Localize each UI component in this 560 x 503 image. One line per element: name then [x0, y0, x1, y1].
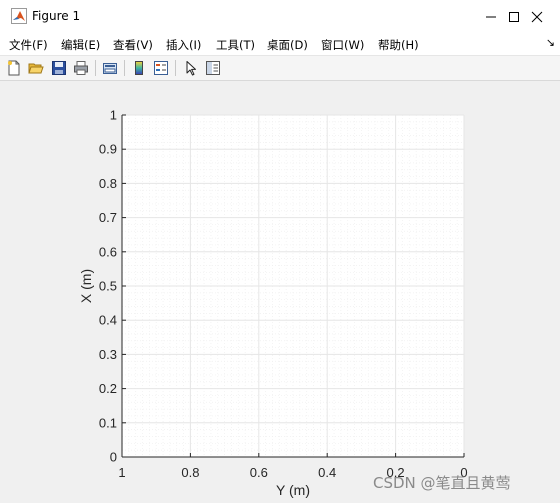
colorbar-icon — [135, 61, 143, 75]
x-axis-label: Y (m) — [276, 482, 310, 498]
menu-bar: 文件(F) 编辑(E) 查看(V) 插入(I) 工具(T) 桌面(D) 窗口(W… — [0, 33, 560, 56]
watermark-text: CSDN @笔直且黄莺 — [373, 474, 511, 492]
toolbar-separator — [124, 60, 125, 76]
open-file-button[interactable] — [27, 59, 45, 77]
y-tick-label: 1 — [110, 108, 117, 123]
y-tick-label: 0.3 — [99, 347, 117, 362]
menu-help[interactable]: 帮助(H) — [378, 37, 419, 53]
title-bar: Figure 1 — [0, 0, 560, 33]
property-inspector-icon — [206, 61, 220, 75]
x-tick-label: 0.6 — [250, 465, 268, 480]
open-file-icon — [28, 63, 44, 74]
menu-edit[interactable]: 编辑(E) — [61, 37, 100, 53]
x-tick-label: 0.4 — [318, 465, 336, 480]
menu-view[interactable]: 查看(V) — [113, 37, 153, 53]
x-tick-label: 1 — [118, 465, 125, 480]
print-button[interactable] — [72, 59, 90, 77]
toolbar — [0, 56, 560, 81]
legend-icon — [154, 61, 168, 75]
y-tick-label: 0.9 — [99, 142, 117, 157]
save-button[interactable] — [50, 59, 68, 77]
figure-canvas[interactable]: 1 0.8 0.6 0.4 0.2 0 0 0.1 0.2 0.3 0.4 0.5 0.6 0.7 0.8… — [0, 81, 560, 503]
close-icon — [531, 11, 543, 22]
toolbar-separator — [95, 60, 96, 76]
y-tick-label: 0.2 — [99, 381, 117, 396]
menu-file[interactable]: 文件(F) — [9, 37, 48, 53]
edit-plot-button[interactable] — [182, 59, 200, 77]
matlab-logo-icon — [11, 8, 27, 24]
y-tick-label: 0.1 — [99, 415, 117, 430]
edit-plot-arrow-icon — [186, 61, 196, 76]
new-figure-button[interactable] — [5, 59, 23, 77]
insert-colorbar-button[interactable] — [130, 59, 148, 77]
menu-desktop[interactable]: 桌面(D) — [267, 37, 308, 53]
x-tick-label: 0.8 — [181, 465, 199, 480]
window-title: Figure 1 — [32, 9, 81, 23]
menu-window[interactable]: 窗口(W) — [321, 37, 364, 53]
insert-legend-button[interactable] — [152, 59, 170, 77]
new-figure-icon — [8, 60, 20, 76]
y-tick-label: 0.7 — [99, 210, 117, 225]
y-tick-label: 0.4 — [99, 313, 117, 328]
menu-overflow-icon[interactable]: ↘ — [546, 36, 555, 49]
menu-tools[interactable]: 工具(T) — [216, 37, 255, 53]
menu-insert[interactable]: 插入(I) — [166, 37, 201, 53]
y-tick-labels: 0 0.1 0.2 0.3 0.4 0.5 0.6 0.7 0.8 0.9 1 — [99, 108, 117, 465]
y-tick-label: 0.8 — [99, 176, 117, 191]
save-icon — [52, 61, 66, 75]
link-plot-button[interactable] — [101, 59, 119, 77]
toolbar-separator — [175, 60, 176, 76]
y-tick-label: 0 — [110, 450, 117, 465]
y-tick-label: 0.6 — [99, 244, 117, 259]
y-axis-label: X (m) — [78, 269, 94, 303]
property-inspector-button[interactable] — [204, 59, 222, 77]
close-button[interactable] — [514, 0, 560, 33]
y-tick-label: 0.5 — [99, 279, 117, 294]
axes[interactable]: 1 0.8 0.6 0.4 0.2 0 0 0.1 0.2 0.3 0.4 0.5 0.6 0.7 0.8… — [0, 81, 560, 503]
link-plot-icon — [103, 63, 117, 74]
print-icon — [74, 61, 88, 75]
